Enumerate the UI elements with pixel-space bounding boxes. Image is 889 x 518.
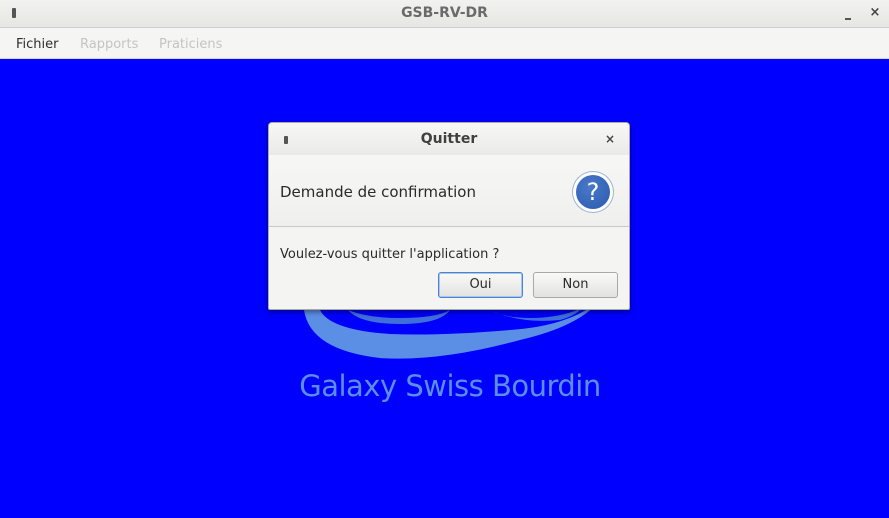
menubar: Fichier Rapports Praticiens	[0, 28, 889, 59]
dialog-message: Voulez-vous quitter l'application ?	[280, 247, 500, 262]
dialog-title: Quitter	[420, 131, 478, 147]
menu-rapports[interactable]: Rapports	[80, 37, 138, 52]
dialog-header: Demande de confirmation ?	[269, 155, 629, 227]
dialog-header-text: Demande de confirmation	[280, 183, 476, 201]
question-icon: ?	[573, 172, 613, 212]
window-titlebar: GSB-RV-DR ×	[0, 0, 889, 28]
quit-dialog: Quitter × Demande de confirmation ? Voul…	[268, 122, 630, 310]
non-button[interactable]: Non	[533, 272, 618, 298]
oui-button[interactable]: Oui	[438, 272, 523, 298]
dialog-close-icon[interactable]: ×	[605, 132, 615, 146]
menu-praticiens[interactable]: Praticiens	[159, 37, 222, 52]
dialog-titlebar: Quitter ×	[269, 123, 629, 155]
logo-text: Galaxy Swiss Bourdin	[299, 369, 601, 403]
minimize-icon[interactable]	[843, 8, 853, 20]
window-title: GSB-RV-DR	[401, 5, 488, 21]
close-icon[interactable]: ×	[869, 6, 881, 20]
menu-fichier[interactable]: Fichier	[16, 37, 59, 52]
